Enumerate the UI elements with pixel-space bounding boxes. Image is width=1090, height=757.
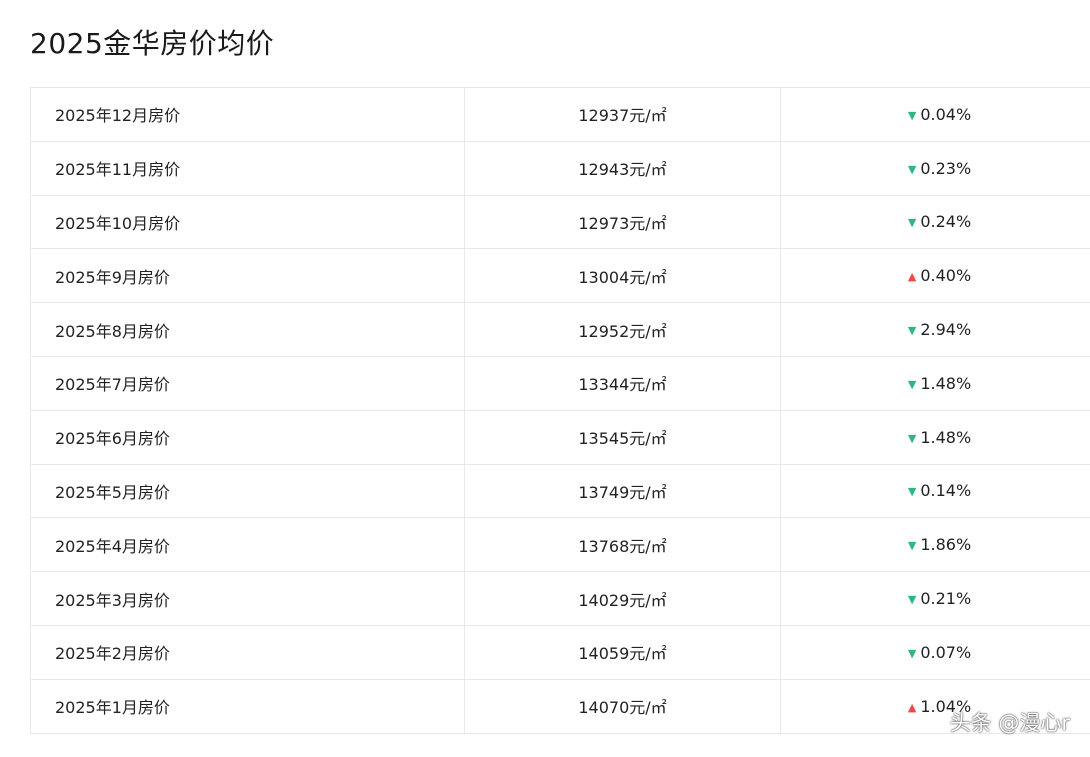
change-percent: 0.40% [920, 266, 972, 286]
price-cell: 12952元/㎡ [464, 302, 781, 357]
arrow-up-icon: ▲ [907, 700, 917, 714]
arrow-down-icon: ▼ [907, 539, 917, 553]
table-row: 2025年10月房价 12973元/㎡ ▼ 0.24% [30, 194, 1090, 250]
price-table: 2025年12月房价 12937元/㎡ ▼ 0.04% 2025年11月房价 12943元… [30, 87, 1090, 734]
change-percent: 0.04% [920, 104, 972, 124]
arrow-down-icon: ▼ [907, 377, 917, 391]
arrow-down-icon: ▼ [907, 431, 917, 445]
table-row: 2025年8月房价 12952元/㎡ ▼ 2.94% [30, 302, 1090, 357]
arrow-down-icon: ▼ [907, 485, 917, 499]
table-row: 2025年2月房价 14059元/㎡ ▼ 0.07% [30, 624, 1090, 680]
price-cell: 12973元/㎡ [464, 194, 781, 250]
table-row: 2025年12月房价 12937元/㎡ ▼ 0.04% [30, 87, 1090, 142]
page-title: 2025金华房价均价 [30, 27, 275, 60]
price-cell: 14029元/㎡ [464, 571, 781, 626]
change-cell: ▼ 0.23% [780, 140, 1090, 196]
month-cell: 2025年11月房价 [30, 140, 465, 196]
price-cell: 13768元/㎡ [464, 517, 781, 573]
price-cell: 13749元/㎡ [464, 463, 781, 519]
change-percent: 1.48% [920, 427, 972, 447]
change-cell: ▼ 2.94% [780, 302, 1090, 357]
change-percent: 0.23% [920, 158, 972, 178]
arrow-down-icon: ▼ [907, 593, 917, 607]
change-cell: ▼ 0.14% [780, 463, 1090, 519]
month-cell: 2025年8月房价 [30, 302, 465, 357]
month-cell: 2025年4月房价 [30, 517, 465, 573]
price-cell: 14070元/㎡ [464, 678, 781, 734]
price-cell: 13004元/㎡ [464, 248, 781, 304]
change-cell: ▼ 0.24% [780, 194, 1090, 250]
table-row: 2025年6月房价 13545元/㎡ ▼ 1.48% [30, 409, 1090, 465]
month-cell: 2025年10月房价 [30, 194, 465, 250]
change-percent: 0.21% [920, 589, 972, 609]
arrow-down-icon: ▼ [907, 108, 917, 122]
arrow-down-icon: ▼ [907, 646, 917, 660]
price-cell: 12943元/㎡ [464, 140, 781, 196]
table-row: 2025年4月房价 13768元/㎡ ▼ 1.86% [30, 517, 1090, 573]
arrow-down-icon: ▼ [907, 216, 917, 230]
change-cell: ▼ 0.21% [780, 571, 1090, 626]
month-cell: 2025年5月房价 [30, 463, 465, 519]
month-cell: 2025年7月房价 [30, 355, 465, 411]
table-row: 2025年3月房价 14029元/㎡ ▼ 0.21% [30, 571, 1090, 626]
month-cell: 2025年6月房价 [30, 409, 465, 465]
change-cell: ▼ 0.04% [780, 87, 1090, 142]
change-cell: ▼ 1.48% [780, 355, 1090, 411]
change-percent: 1.48% [920, 373, 972, 393]
watermark: 头条 @漫心r [949, 711, 1070, 735]
change-cell: ▼ 1.48% [780, 409, 1090, 465]
price-cell: 13545元/㎡ [464, 409, 781, 465]
price-table-body: 2025年12月房价 12937元/㎡ ▼ 0.04% 2025年11月房价 12943元… [30, 87, 1090, 734]
change-percent: 0.14% [920, 481, 972, 501]
month-cell: 2025年1月房价 [30, 678, 465, 734]
month-cell: 2025年2月房价 [30, 624, 465, 680]
arrow-down-icon: ▼ [907, 162, 917, 176]
table-row: 2025年11月房价 12943元/㎡ ▼ 0.23% [30, 140, 1090, 196]
change-percent: 2.94% [920, 320, 972, 340]
arrow-down-icon: ▼ [907, 324, 917, 338]
table-row: 2025年7月房价 13344元/㎡ ▼ 1.48% [30, 355, 1090, 411]
table-row: 2025年9月房价 13004元/㎡ ▲ 0.40% [30, 248, 1090, 304]
change-cell: ▼ 0.07% [780, 624, 1090, 680]
price-cell: 14059元/㎡ [464, 624, 781, 680]
change-cell: ▲ 0.40% [780, 248, 1090, 304]
table-row: 2025年5月房价 13749元/㎡ ▼ 0.14% [30, 463, 1090, 519]
change-cell: ▼ 1.86% [780, 517, 1090, 573]
month-cell: 2025年9月房价 [30, 248, 465, 304]
price-cell: 12937元/㎡ [464, 87, 781, 142]
arrow-up-icon: ▲ [907, 270, 917, 284]
change-percent: 0.24% [920, 212, 972, 232]
table-row: 2025年1月房价 14070元/㎡ ▲ 1.04% [30, 678, 1090, 734]
change-percent: 1.86% [920, 535, 972, 555]
change-percent: 0.07% [920, 642, 972, 662]
month-cell: 2025年12月房价 [30, 87, 465, 142]
month-cell: 2025年3月房价 [30, 571, 465, 626]
price-cell: 13344元/㎡ [464, 355, 781, 411]
